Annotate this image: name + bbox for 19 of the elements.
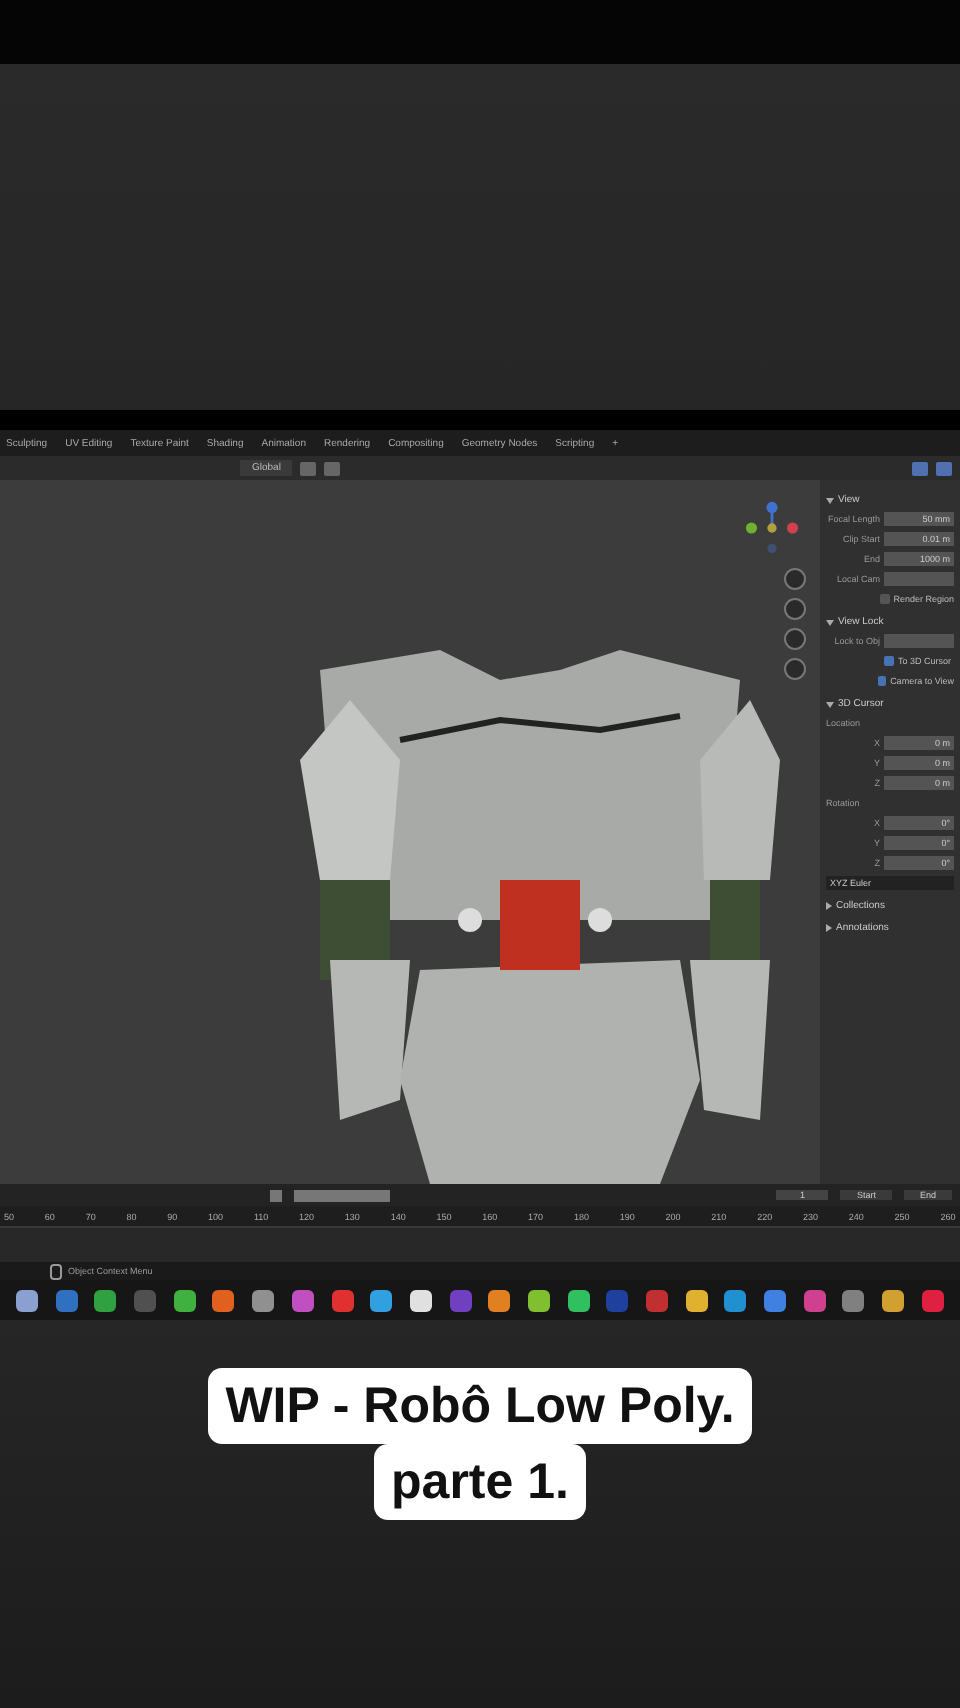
checkbox[interactable] <box>877 675 887 685</box>
app-icon[interactable] <box>685 1289 708 1311</box>
value-field[interactable] <box>884 571 954 585</box>
app-icon[interactable] <box>370 1289 393 1311</box>
playback-controls[interactable] <box>294 1189 390 1201</box>
caption: WIP - Robô Low Poly. parte 1. <box>207 1368 753 1520</box>
app-icon[interactable] <box>527 1289 550 1311</box>
app-icon[interactable] <box>567 1289 590 1311</box>
app-icon[interactable] <box>173 1289 196 1311</box>
value-field[interactable] <box>884 633 954 647</box>
app-icon[interactable] <box>409 1289 432 1311</box>
keyframe-button[interactable] <box>270 1189 282 1201</box>
checkbox[interactable] <box>884 655 894 665</box>
app-icon[interactable] <box>882 1289 905 1311</box>
checkbox[interactable] <box>880 593 890 603</box>
app-icon[interactable] <box>16 1289 38 1311</box>
app-icon[interactable] <box>252 1289 275 1311</box>
app-icon[interactable] <box>488 1289 511 1311</box>
axis-gizmo[interactable] <box>744 500 800 556</box>
